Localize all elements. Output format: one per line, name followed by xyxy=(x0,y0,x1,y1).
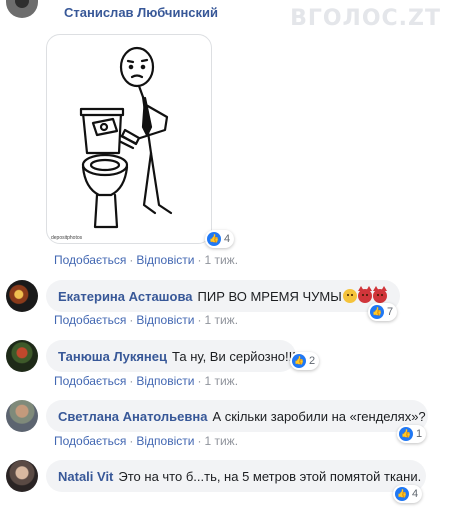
comment-text: Та ну, Ви серйозно!!! xyxy=(172,348,296,364)
comment-bubble: Екатерина Асташова ПИР ВО МРЕМЯ ЧУМЫ xyxy=(46,280,400,312)
comment-bubble: Natali Vit Это на что б...ть, на 5 метро… xyxy=(46,460,426,492)
angry-face-icon xyxy=(342,289,357,303)
like-button[interactable]: Подобається xyxy=(54,374,126,388)
timestamp[interactable]: 1 тиж. xyxy=(204,434,238,448)
thumbs-up-icon: 👍 xyxy=(207,232,221,246)
timestamp[interactable]: 1 тиж. xyxy=(204,374,238,388)
devil-face-icon xyxy=(372,286,387,303)
comment-bubble: Светлана Анатольевна А скільки заробили … xyxy=(46,400,428,432)
comment-text: А скільки заробили на «генделях»? xyxy=(212,408,426,424)
post-actions: Подобається · Відповісти · 1 тиж. xyxy=(54,253,239,267)
thumbs-up-icon: 👍 xyxy=(399,427,413,441)
reaction-count[interactable]: 👍 4 xyxy=(393,485,423,503)
like-button[interactable]: Подобається xyxy=(54,434,126,448)
comment-author[interactable]: Екатерина Асташова xyxy=(58,289,193,304)
timestamp[interactable]: 1 тиж. xyxy=(204,313,238,327)
reaction-count[interactable]: 👍 7 xyxy=(368,303,398,321)
comment-author[interactable]: Natali Vit xyxy=(58,469,113,484)
post-header: Станислав Любчинский xyxy=(0,0,449,26)
comment-text: ПИР ВО МРЕМЯ ЧУМЫ xyxy=(197,288,342,304)
post-image[interactable]: depositphotos xyxy=(46,34,212,244)
timestamp[interactable]: 1 тиж. xyxy=(204,253,238,267)
comment-actions: Подобається · Відповісти · 1 тиж. xyxy=(54,313,239,327)
reply-button[interactable]: Відповісти xyxy=(136,374,194,388)
reaction-count[interactable]: 👍 4 xyxy=(205,230,235,248)
thumbs-up-icon: 👍 xyxy=(292,354,306,368)
like-button[interactable]: Подобається xyxy=(54,313,126,327)
comment-author[interactable]: Танюша Лукянец xyxy=(58,349,167,364)
reaction-count[interactable]: 👍 1 xyxy=(397,425,427,443)
devil-face-icon xyxy=(357,286,372,303)
image-watermark: depositphotos xyxy=(51,235,83,241)
avatar[interactable] xyxy=(6,400,38,432)
comment-actions: Подобається · Відповісти · 1 тиж. xyxy=(54,434,239,448)
comment-actions: Подобається · Відповісти · 1 тиж. xyxy=(54,374,239,388)
comment-bubble: Танюша Лукянец Та ну, Ви серйозно!!! xyxy=(46,340,296,372)
avatar[interactable] xyxy=(6,280,38,312)
avatar[interactable] xyxy=(6,0,38,18)
reaction-count[interactable]: 👍 2 xyxy=(290,352,320,370)
stick-figure-toilet-illustration xyxy=(79,46,173,229)
avatar[interactable] xyxy=(6,340,38,372)
thumbs-up-icon: 👍 xyxy=(395,487,409,501)
reply-button[interactable]: Відповісти xyxy=(136,313,194,327)
avatar[interactable] xyxy=(6,460,38,492)
reply-button[interactable]: Відповісти xyxy=(136,253,194,267)
thumbs-up-icon: 👍 xyxy=(370,305,384,319)
like-button[interactable]: Подобається xyxy=(54,253,126,267)
post-author[interactable]: Станислав Любчинский xyxy=(64,5,218,20)
comment-author[interactable]: Светлана Анатольевна xyxy=(58,409,207,424)
comment-text: Это на что б...ть, на 5 метров этой помя… xyxy=(118,468,422,484)
reply-button[interactable]: Відповісти xyxy=(136,434,194,448)
